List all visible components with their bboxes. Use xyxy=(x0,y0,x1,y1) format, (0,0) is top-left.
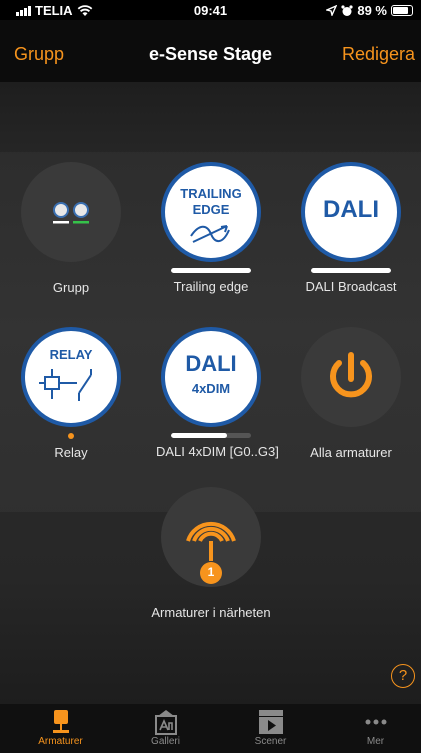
tile-label: Alla armaturer xyxy=(310,445,392,460)
tile-dali-4xdim[interactable]: DALI 4xDIM DALI 4xDIM [G0..G3] xyxy=(156,327,279,459)
scenes-icon xyxy=(258,710,283,734)
edit-button[interactable]: Redigera xyxy=(342,44,415,65)
tile-label: DALI 4xDIM [G0..G3] xyxy=(156,444,279,459)
power-icon xyxy=(330,352,372,398)
tab-luminaires[interactable]: Armaturer xyxy=(8,708,113,747)
gallery-icon xyxy=(154,710,177,735)
tab-bar: Armaturer Galleri Scener Mer xyxy=(0,704,421,753)
badge-text: DALI xyxy=(323,196,379,223)
navigation-bar: Grupp e-Sense Stage Redigera xyxy=(0,20,421,82)
location-icon xyxy=(326,5,338,16)
tile-label: DALI Broadcast xyxy=(305,279,397,294)
tab-label: Scener xyxy=(254,736,287,747)
tile-label: Trailing edge xyxy=(173,279,249,294)
tab-more[interactable]: Mer xyxy=(323,708,421,747)
badge-line2: 4xDIM xyxy=(191,381,231,396)
alarm-icon xyxy=(341,4,353,16)
tile-trailing-edge[interactable]: TRAILING EDGE Trailing edge xyxy=(156,162,266,294)
tile-label: Grupp xyxy=(52,280,90,295)
luminaire-grid: Grupp TRAILING EDGE Trailing edge DALI D… xyxy=(0,82,421,704)
badge-line2: EDGE xyxy=(192,202,230,217)
level-fill xyxy=(171,433,227,438)
group-icon xyxy=(53,202,89,224)
relay-icon xyxy=(39,369,92,401)
dali-badge[interactable]: DALI xyxy=(301,162,401,262)
status-dot xyxy=(68,433,74,439)
tab-scenes[interactable]: Scener xyxy=(218,708,323,747)
level-bar xyxy=(171,433,251,438)
help-button[interactable]: ? xyxy=(391,664,415,688)
level-bar xyxy=(171,268,251,273)
tile-dali-broadcast[interactable]: DALI DALI Broadcast xyxy=(296,162,406,294)
badge-text: RELAY xyxy=(49,347,93,362)
tile-label: Relay xyxy=(54,445,88,460)
nearby-circle[interactable]: 1 xyxy=(161,487,261,587)
dali-4xdim-badge[interactable]: DALI 4xDIM xyxy=(161,327,261,427)
level-fill xyxy=(311,268,391,273)
nearby-count-badge: 1 xyxy=(207,565,215,579)
group-circle[interactable] xyxy=(21,162,121,262)
badge-line1: TRAILING xyxy=(180,186,242,201)
battery-percent: 89 % xyxy=(357,3,387,18)
tile-relay[interactable]: RELAY Relay xyxy=(16,327,126,460)
all-luminaires-circle[interactable] xyxy=(301,327,401,427)
status-bar: TELIA 09:41 89 % xyxy=(0,0,421,20)
badge-line1: DALI xyxy=(185,351,237,376)
tab-label: Galleri xyxy=(151,736,180,747)
relay-badge[interactable]: RELAY xyxy=(21,327,121,427)
lamp-icon xyxy=(52,710,69,733)
more-icon xyxy=(365,719,386,725)
status-right: 89 % xyxy=(326,3,413,18)
tile-group[interactable]: Grupp xyxy=(16,162,126,295)
tile-nearby[interactable]: 1 Armaturer i närheten xyxy=(151,487,271,620)
tile-label: Armaturer i närheten xyxy=(151,605,271,620)
tab-gallery[interactable]: Galleri xyxy=(113,708,218,747)
tab-label: Mer xyxy=(366,736,385,747)
dimming-wave-icon xyxy=(190,225,230,243)
level-fill xyxy=(171,268,251,273)
level-bar xyxy=(311,268,391,273)
tile-all-luminaires[interactable]: Alla armaturer xyxy=(296,327,406,460)
battery-icon xyxy=(391,5,413,16)
trailing-edge-badge[interactable]: TRAILING EDGE xyxy=(161,162,261,262)
tab-label: Armaturer xyxy=(38,736,83,747)
